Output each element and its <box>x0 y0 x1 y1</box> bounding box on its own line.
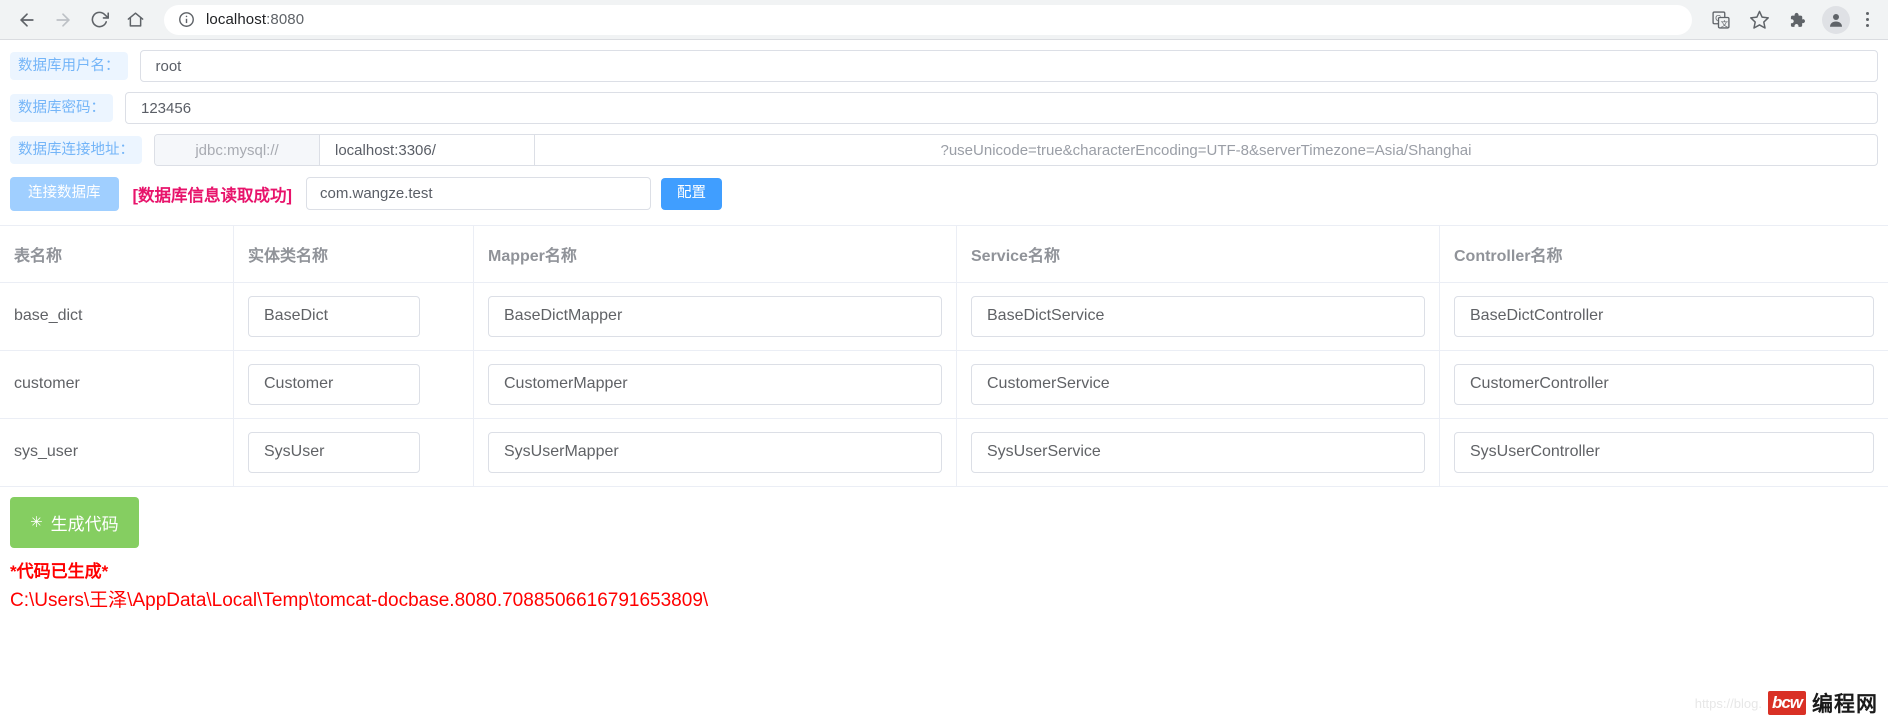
service-input[interactable]: CustomerService <box>971 363 1425 405</box>
column-header-entity: 实体类名称 <box>234 225 474 282</box>
host-input[interactable]: localhost:3306/ <box>320 135 535 165</box>
watermark-url: https://blog. <box>1694 695 1762 711</box>
home-button[interactable] <box>118 3 152 37</box>
extensions-icon[interactable] <box>1780 3 1814 37</box>
username-input[interactable]: root <box>139 50 1878 82</box>
chrome-actions: G文 <box>1700 3 1878 37</box>
table-header-row: 表名称 实体类名称 Mapper名称 Service名称 Controller名… <box>0 225 1888 283</box>
password-label: 数据库密码： <box>10 93 113 123</box>
cell-mapper: CustomerMapper <box>474 350 957 418</box>
service-input[interactable]: SysUserService <box>971 431 1425 473</box>
address-bar-text: localhost:8080 <box>206 11 304 28</box>
cell-entity: BaseDict <box>234 282 474 350</box>
watermark-text: 编程网 <box>1812 693 1878 716</box>
cell-service: CustomerService <box>957 350 1440 418</box>
generate-wrap: ✳ 生成代码 <box>0 496 1888 548</box>
cell-controller: BaseDictController <box>1440 283 1888 350</box>
entity-input[interactable]: SysUser <box>248 431 420 473</box>
generator-table: 表名称 实体类名称 Mapper名称 Service名称 Controller名… <box>0 224 1888 487</box>
back-button[interactable] <box>10 3 44 37</box>
cell-service: BaseDictService <box>957 282 1440 350</box>
cell-table-name: sys_user <box>0 418 234 486</box>
entity-input[interactable]: BaseDict <box>248 295 420 337</box>
url-host: localhost <box>206 11 267 28</box>
column-header-service: Service名称 <box>957 225 1440 282</box>
username-label: 数据库用户名： <box>10 51 128 81</box>
sparkle-icon: ✳ <box>30 513 43 531</box>
generation-done-message: *代码已生成* <box>10 561 109 581</box>
connect-database-button[interactable]: 连接数据库 <box>10 177 119 211</box>
table-row: base_dict BaseDict BaseDictMapper BaseDi… <box>0 282 1888 351</box>
cell-mapper: SysUserMapper <box>474 418 957 486</box>
cell-controller: CustomerController <box>1440 351 1888 418</box>
bookmark-star-icon[interactable] <box>1742 3 1776 37</box>
status-badge: [数据库信息读取成功] <box>132 186 293 205</box>
generate-code-button[interactable]: ✳ 生成代码 <box>10 496 139 548</box>
chrome-menu-icon[interactable] <box>1856 3 1878 37</box>
configure-button[interactable]: 配置 <box>661 178 722 210</box>
package-name-input[interactable]: com.wangze.test <box>306 177 651 211</box>
action-row: 连接数据库 [数据库信息读取成功] com.wangze.test 配置 <box>0 177 1888 211</box>
column-header-controller: Controller名称 <box>1454 247 1563 265</box>
browser-toolbar: localhost:8080 G文 <box>0 0 1888 40</box>
site-info-icon[interactable] <box>178 11 195 28</box>
entity-input[interactable]: Customer <box>248 363 420 405</box>
forward-button[interactable] <box>46 3 80 37</box>
reload-button[interactable] <box>82 3 116 37</box>
params-input[interactable]: ?useUnicode=true&characterEncoding=UTF-8… <box>535 135 1877 165</box>
page-content: 数据库用户名： root 数据库密码： 123456 数据库连接地址： jdbc… <box>0 50 1888 716</box>
column-header-mapper: Mapper名称 <box>474 225 957 282</box>
mapper-input[interactable]: CustomerMapper <box>488 363 942 405</box>
connection-url-row: 数据库连接地址： jdbc:mysql:// localhost:3306/ ?… <box>0 134 1888 166</box>
svg-text:文: 文 <box>1721 18 1729 28</box>
cell-entity: Customer <box>234 350 474 418</box>
translate-icon[interactable]: G文 <box>1704 3 1738 37</box>
mapper-input[interactable]: BaseDictMapper <box>488 295 942 337</box>
cell-controller: SysUserController <box>1440 419 1888 486</box>
cell-mapper: BaseDictMapper <box>474 282 957 350</box>
cell-entity: SysUser <box>234 418 474 486</box>
generate-code-label: 生成代码 <box>50 514 119 534</box>
username-row: 数据库用户名： root <box>0 50 1888 82</box>
table-row: customer Customer CustomerMapper Custome… <box>0 350 1888 419</box>
password-input[interactable]: 123456 <box>125 92 1878 124</box>
controller-input[interactable]: CustomerController <box>1454 363 1874 405</box>
cell-table-name: base_dict <box>0 282 234 350</box>
mapper-input[interactable]: SysUserMapper <box>488 431 942 473</box>
controller-input[interactable]: BaseDictController <box>1454 295 1874 337</box>
controller-input[interactable]: SysUserController <box>1454 431 1874 473</box>
cell-table-name: customer <box>0 350 234 418</box>
generation-output-path: C:\Users\王泽\AppData\Local\Temp\tomcat-do… <box>10 589 709 611</box>
profile-avatar[interactable] <box>1822 5 1850 34</box>
watermark-logo-icon: bcw <box>1767 691 1806 715</box>
column-header-table-name: 表名称 <box>0 225 234 282</box>
watermark: https://blog. bcw 编程网 <box>1695 688 1878 716</box>
password-row: 数据库密码： 123456 <box>0 92 1888 124</box>
jdbc-prefix-text: jdbc:mysql:// <box>155 135 320 165</box>
cell-service: SysUserService <box>957 418 1440 486</box>
connection-url-label: 数据库连接地址： <box>10 135 142 165</box>
service-input[interactable]: BaseDictService <box>971 295 1425 337</box>
connection-url-group: jdbc:mysql:// localhost:3306/ ?useUnicod… <box>154 134 1878 166</box>
url-port: :8080 <box>266 11 305 28</box>
address-bar[interactable]: localhost:8080 <box>164 4 1692 35</box>
table-row: sys_user SysUser SysUserMapper SysUserSe… <box>0 418 1888 487</box>
